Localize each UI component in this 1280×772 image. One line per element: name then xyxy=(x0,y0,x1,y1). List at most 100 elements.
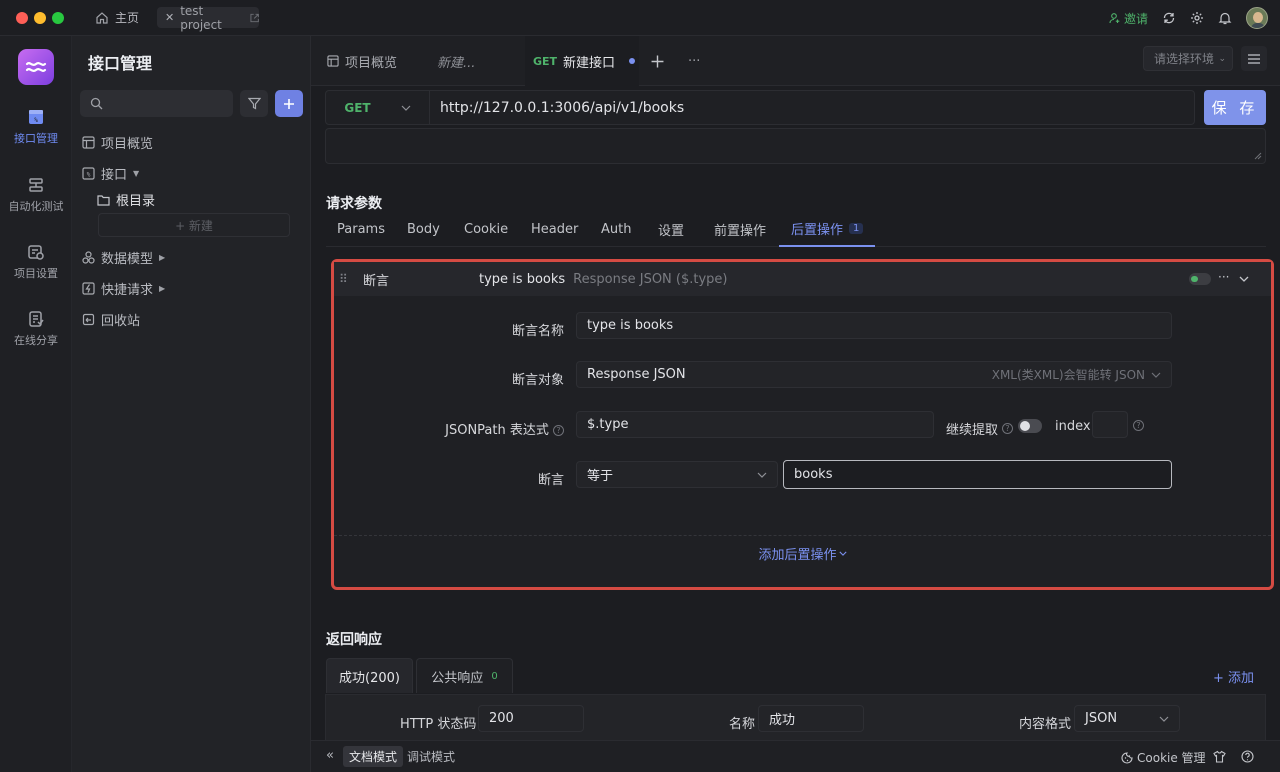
save-button[interactable]: 保 存 xyxy=(1204,90,1266,125)
assertion-header[interactable]: ⠿ 断言 type is books Response JSON ($.type… xyxy=(334,262,1271,296)
tab-cookie[interactable]: Cookie xyxy=(464,212,508,247)
menu-button[interactable] xyxy=(1241,46,1267,71)
api-icon: % xyxy=(29,110,43,124)
tab-label: 项目概览 xyxy=(345,55,398,71)
sidebar-item-api[interactable]: % 接口 ▼ xyxy=(82,164,139,183)
assertion-name-label: 断言名称 xyxy=(511,324,564,339)
assert-operator-select[interactable]: 等于 xyxy=(576,461,778,488)
help-icon[interactable]: ? xyxy=(553,425,564,436)
home-label: 主页 xyxy=(115,11,140,25)
sync-icon[interactable] xyxy=(1162,11,1176,25)
tab-params[interactable]: Params xyxy=(337,212,385,247)
collapse-sidebar-icon[interactable]: « xyxy=(326,748,334,763)
invite-button[interactable]: 邀请 xyxy=(1109,10,1148,27)
rail-item-project-settings[interactable]: 项目设置 xyxy=(0,243,72,281)
jsonpath-input[interactable]: $.type xyxy=(576,411,934,438)
sidebar-item-data-model[interactable]: 数据模型 ▶ xyxy=(82,248,165,267)
tab-label: 后置操作 xyxy=(791,223,844,238)
help-icon[interactable]: ? xyxy=(1133,420,1144,431)
minimize-window-button[interactable] xyxy=(34,12,46,24)
tab-overview[interactable]: 项目概览 xyxy=(327,36,397,86)
method-select[interactable]: GET xyxy=(326,91,430,124)
tab-new-api[interactable]: GET 新建接口 xyxy=(525,36,639,86)
avatar[interactable] xyxy=(1246,7,1268,29)
more-icon[interactable]: ··· xyxy=(1218,270,1229,284)
tab-response-success[interactable]: 成功(200) xyxy=(326,658,413,693)
more-tabs-button[interactable]: ··· xyxy=(688,36,700,86)
home-icon xyxy=(96,11,108,24)
add-post-processor-button[interactable]: 添加后置操作 xyxy=(334,535,1271,571)
help-circle-icon[interactable] xyxy=(1241,750,1254,763)
jsonpath-label: JSONPath 表达式 ? xyxy=(328,419,564,438)
rail-item-label: 自动化测试 xyxy=(8,200,64,213)
zoom-window-button[interactable] xyxy=(52,12,64,24)
index-input[interactable] xyxy=(1092,411,1128,438)
tab-auth[interactable]: Auth xyxy=(601,212,631,247)
tab-response-common[interactable]: 公共响应 0 xyxy=(416,658,513,693)
close-icon[interactable]: ✕ xyxy=(165,11,174,24)
drag-handle-icon[interactable]: ⠿ xyxy=(339,272,359,286)
assert-expected-input[interactable]: books xyxy=(783,460,1172,489)
doc-mode-button[interactable]: 文档模式 xyxy=(343,746,404,767)
rail-item-share[interactable]: 在线分享 xyxy=(0,310,72,348)
bell-icon[interactable] xyxy=(1218,11,1232,25)
shirt-icon[interactable] xyxy=(1213,750,1226,763)
rail-item-automation[interactable]: 自动化测试 xyxy=(0,176,72,214)
caret-right-icon[interactable]: ▶ xyxy=(159,253,165,262)
tab-body[interactable]: Body xyxy=(407,212,440,247)
filter-button[interactable] xyxy=(240,90,268,117)
sidebar-item-trash[interactable]: 回收站 xyxy=(82,310,140,329)
description-textarea[interactable] xyxy=(325,128,1266,164)
assertion-panel: ⠿ 断言 type is books Response JSON ($.type… xyxy=(331,259,1274,590)
add-button[interactable] xyxy=(275,90,303,117)
tab-draft[interactable]: 新建... xyxy=(437,36,475,86)
trash-icon xyxy=(82,313,95,326)
sidebar-item-overview[interactable]: 项目概览 xyxy=(82,133,153,152)
url-input[interactable]: http://127.0.0.1:3006/api/v1/books xyxy=(440,91,684,124)
add-response-button[interactable]: + 添加 xyxy=(1213,667,1254,686)
project-tab[interactable]: ✕ test project xyxy=(157,4,259,32)
caret-right-icon[interactable]: ▶ xyxy=(159,284,165,293)
tab-pre-processors[interactable]: 前置操作 xyxy=(714,212,766,247)
debug-mode-button[interactable]: 调试模式 xyxy=(401,746,461,767)
response-title: 返回响应 xyxy=(326,632,382,648)
svg-text:%: % xyxy=(87,172,91,179)
environment-select[interactable]: 请选择环境 ⌄ xyxy=(1143,46,1233,71)
sidebar-item-label: 根目录 xyxy=(116,194,156,209)
new-button[interactable]: + 新建 xyxy=(98,213,290,237)
tab-header[interactable]: Header xyxy=(531,212,578,247)
sidebar-item-root[interactable]: 根目录 xyxy=(97,190,155,209)
main-panel: 项目概览 新建... GET 新建接口 ··· 请选择环境 ⌄ GET http… xyxy=(311,36,1280,772)
jsonpath-label-text: JSONPath 表达式 xyxy=(445,423,549,438)
http-status-input[interactable]: 200 xyxy=(478,705,584,732)
sidebar-search-input[interactable] xyxy=(80,90,233,117)
sidebar-item-label: 项目概览 xyxy=(101,137,154,152)
resize-handle-icon[interactable] xyxy=(1254,152,1262,160)
overview-icon xyxy=(327,55,339,67)
content-format-select[interactable]: JSON xyxy=(1074,705,1180,732)
new-tab-button[interactable] xyxy=(651,36,664,86)
gear-icon[interactable] xyxy=(1190,11,1204,25)
continue-extract-toggle[interactable] xyxy=(1018,419,1042,433)
rail-item-label: 项目设置 xyxy=(14,267,58,280)
rail-item-api[interactable]: % 接口管理 xyxy=(0,108,72,146)
data-model-icon xyxy=(82,251,95,264)
external-link-icon[interactable] xyxy=(250,13,259,23)
filter-icon xyxy=(247,97,261,110)
assert-label: 断言 xyxy=(537,473,564,488)
enable-toggle[interactable] xyxy=(1189,273,1211,285)
tab-settings[interactable]: 设置 xyxy=(658,212,684,247)
chevron-down-icon[interactable] xyxy=(1239,276,1249,282)
help-icon[interactable]: ? xyxy=(1002,423,1014,434)
tab-post-processors[interactable]: 后置操作 1 xyxy=(779,212,876,247)
content-format-value: JSON xyxy=(1085,711,1118,726)
project-settings-icon xyxy=(28,245,44,260)
cookie-manager-button[interactable]: Cookie 管理 xyxy=(1121,749,1206,766)
response-name-input[interactable]: 成功 xyxy=(758,705,864,732)
home-tab[interactable]: 主页 xyxy=(95,9,139,26)
assertion-name-input[interactable]: type is books xyxy=(576,312,1172,339)
close-window-button[interactable] xyxy=(16,12,28,24)
assertion-target-select[interactable]: Response JSON XML(类XML)会智能转 JSON xyxy=(576,361,1172,388)
sidebar-item-quick-request[interactable]: 快捷请求 ▶ xyxy=(82,279,165,298)
caret-down-icon[interactable]: ▼ xyxy=(133,169,139,178)
